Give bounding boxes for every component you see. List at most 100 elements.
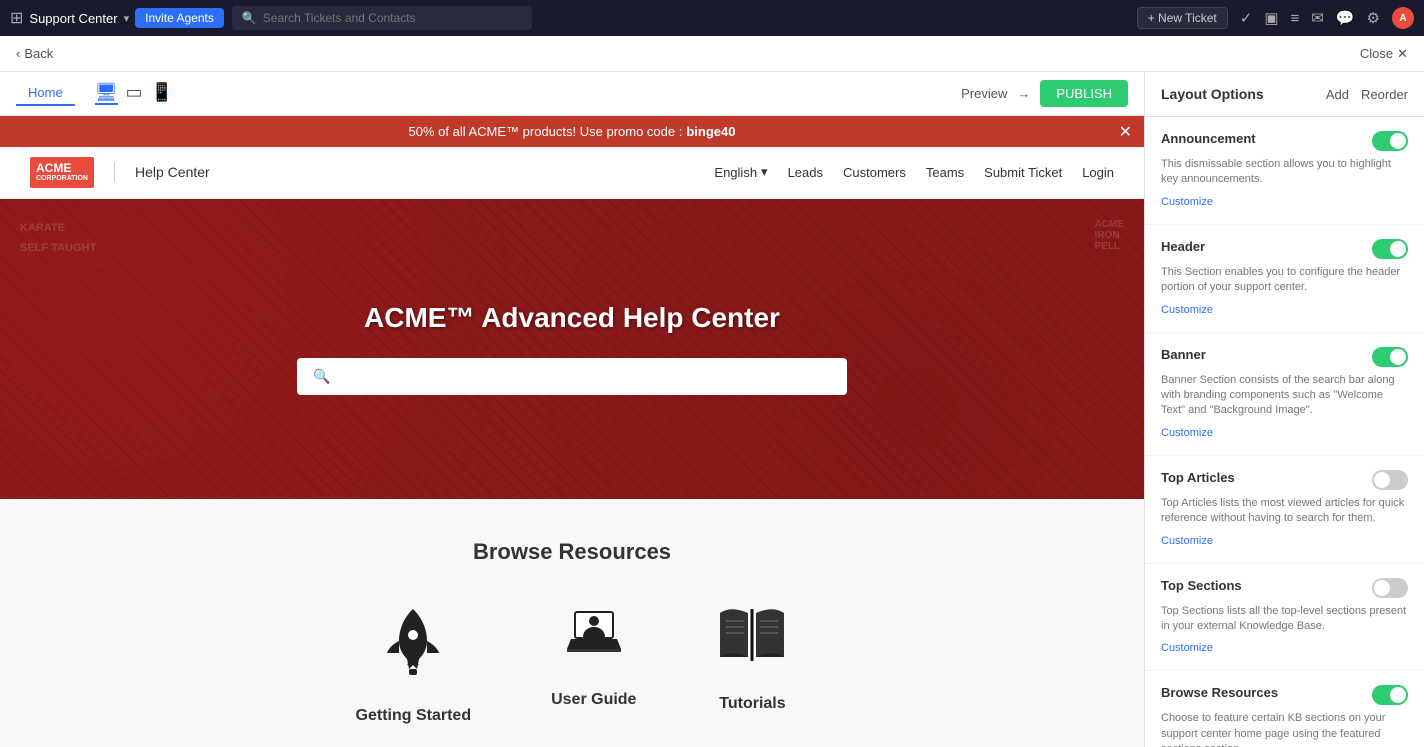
section-desc-top-articles: Top Articles lists the most viewed artic…	[1161, 496, 1408, 527]
panel-section-top-articles: Top Articles Top Articles lists the most…	[1145, 456, 1424, 564]
laptop-icon	[559, 605, 629, 675]
new-ticket-button[interactable]: + New Ticket	[1137, 7, 1228, 29]
resource-label-tutorials: Tutorials	[719, 695, 785, 713]
section-title-browse-resources: Browse Resources	[1161, 685, 1278, 700]
layout-icon[interactable]: ▣	[1264, 9, 1278, 27]
mobile-icon[interactable]: 📱	[151, 82, 173, 105]
avatar[interactable]: A	[1392, 7, 1414, 29]
panel-section-banner: Banner Banner Section consists of the se…	[1145, 333, 1424, 456]
preview-toolbar: Home 🖥 ▭ 📱 Preview → PUBLISH	[0, 72, 1144, 116]
add-button[interactable]: Add	[1326, 87, 1349, 102]
website-inner: 50% of all ACME™ products! Use promo cod…	[0, 116, 1144, 747]
website-preview: 50% of all ACME™ products! Use promo cod…	[0, 116, 1144, 747]
nav-teams[interactable]: Teams	[926, 165, 964, 180]
section-title-announcement: Announcement	[1161, 131, 1256, 146]
browse-section: Browse Resources	[0, 499, 1144, 747]
help-center-label: Help Center	[135, 164, 210, 180]
language-selector[interactable]: English ▾	[714, 164, 767, 180]
section-desc-browse-resources: Choose to feature certain KB sections on…	[1161, 711, 1408, 747]
nav-login[interactable]: Login	[1082, 165, 1114, 180]
panel-header-actions: Add Reorder	[1326, 87, 1408, 102]
announcement-close-icon[interactable]: ✕	[1119, 122, 1132, 142]
toggle-top-articles[interactable]	[1372, 470, 1408, 490]
grid-icon[interactable]: ⊞	[10, 8, 23, 28]
nav-submit-ticket[interactable]: Submit Ticket	[984, 165, 1062, 180]
search-icon: 🔍	[242, 11, 257, 25]
preview-arrow: →	[1017, 86, 1030, 101]
section-title-banner: Banner	[1161, 347, 1206, 362]
panel-title: Layout Options	[1161, 86, 1264, 102]
customize-announcement[interactable]: Customize	[1161, 196, 1213, 208]
home-tab[interactable]: Home	[16, 81, 75, 106]
resource-item-user-guide[interactable]: User Guide	[551, 605, 636, 725]
toggle-announcement[interactable]	[1372, 131, 1408, 151]
customize-top-articles[interactable]: Customize	[1161, 535, 1213, 547]
check-icon[interactable]: ✓	[1240, 9, 1253, 27]
banner: KARATESELF TAUGHT ACMEIRONPELL ACME™ Adv…	[0, 199, 1144, 499]
section-desc-top-sections: Top Sections lists all the top-level sec…	[1161, 604, 1408, 635]
reorder-button[interactable]: Reorder	[1361, 87, 1408, 102]
list-icon[interactable]: ≡	[1291, 10, 1300, 27]
customize-banner[interactable]: Customize	[1161, 427, 1213, 439]
invite-agents-button[interactable]: Invite Agents	[135, 8, 224, 28]
browse-title: Browse Resources	[20, 539, 1124, 565]
mail-icon[interactable]: ✉	[1311, 9, 1324, 27]
site-header: ACME CORPORATION Help Center English ▾ L…	[0, 147, 1144, 199]
banner-content: ACME™ Advanced Help Center 🔍	[0, 262, 1144, 435]
close-label: Close	[1360, 46, 1393, 61]
close-icon: ✕	[1397, 46, 1408, 62]
device-icons: 🖥 ▭ 📱	[95, 82, 173, 105]
main-layout: Home 🖥 ▭ 📱 Preview → PUBLISH 50% of all …	[0, 72, 1424, 747]
resource-item-tutorials[interactable]: Tutorials	[716, 605, 788, 725]
app-chevron-icon[interactable]: ▾	[124, 12, 130, 25]
logo-box: ACME CORPORATION	[30, 157, 94, 188]
logo-line1: ACME	[36, 161, 88, 175]
back-label: Back	[24, 46, 53, 61]
promo-code: binge40	[686, 124, 735, 139]
tablet-icon[interactable]: ▭	[126, 82, 143, 105]
nav-customers[interactable]: Customers	[843, 165, 906, 180]
panel-section-browse-resources: Browse Resources Choose to feature certa…	[1145, 671, 1424, 747]
toggle-header[interactable]	[1372, 239, 1408, 259]
resource-item-getting-started[interactable]: Getting Started	[356, 605, 472, 725]
publish-button[interactable]: PUBLISH	[1040, 80, 1128, 107]
panel-header: Layout Options Add Reorder	[1145, 72, 1424, 117]
panel-section-top-sections: Top Sections Top Sections lists all the …	[1145, 564, 1424, 672]
section-desc-header: This Section enables you to configure th…	[1161, 265, 1408, 296]
preview-label: Preview	[961, 86, 1007, 101]
rocket-icon	[381, 605, 445, 691]
chat-icon[interactable]: 💬	[1336, 9, 1355, 27]
banner-search-container: 🔍	[297, 358, 847, 395]
lang-chevron-icon: ▾	[761, 164, 768, 180]
toggle-banner[interactable]	[1372, 347, 1408, 367]
close-button[interactable]: Close ✕	[1360, 46, 1408, 62]
nav-leads[interactable]: Leads	[788, 165, 823, 180]
section-desc-banner: Banner Section consists of the search ba…	[1161, 373, 1408, 419]
announcement-text: 50% of all ACME™ products! Use promo cod…	[409, 124, 683, 139]
toggle-browse-resources[interactable]	[1372, 685, 1408, 705]
logo-divider	[114, 162, 115, 182]
preview-controls: Preview → PUBLISH	[961, 80, 1128, 107]
preview-area: Home 🖥 ▭ 📱 Preview → PUBLISH 50% of all …	[0, 72, 1144, 747]
search-input[interactable]	[263, 11, 522, 25]
site-nav: English ▾ Leads Customers Teams Submit T…	[714, 164, 1114, 180]
section-title-header: Header	[1161, 239, 1205, 254]
section-desc-announcement: This dismissable section allows you to h…	[1161, 157, 1408, 188]
panel-section-announcement: Announcement This dismissable section al…	[1145, 117, 1424, 225]
logo-line2: CORPORATION	[36, 175, 88, 183]
book-icon	[716, 605, 788, 679]
back-button[interactable]: ‹ Back	[16, 46, 53, 61]
resource-label-user-guide: User Guide	[551, 691, 636, 709]
resource-grid: Getting Started	[20, 605, 1124, 725]
banner-search-input[interactable]	[340, 369, 831, 385]
lang-label: English	[714, 165, 757, 180]
customize-header[interactable]: Customize	[1161, 304, 1213, 316]
customize-top-sections[interactable]: Customize	[1161, 642, 1213, 654]
banner-search-icon: 🔍	[313, 368, 330, 385]
banner-title: ACME™ Advanced Help Center	[20, 302, 1124, 334]
settings-icon[interactable]: ⚙	[1367, 9, 1380, 27]
desktop-icon[interactable]: 🖥	[95, 82, 118, 105]
panel-section-header: Header This Section enables you to confi…	[1145, 225, 1424, 333]
resource-label-getting-started: Getting Started	[356, 707, 472, 725]
toggle-top-sections[interactable]	[1372, 578, 1408, 598]
